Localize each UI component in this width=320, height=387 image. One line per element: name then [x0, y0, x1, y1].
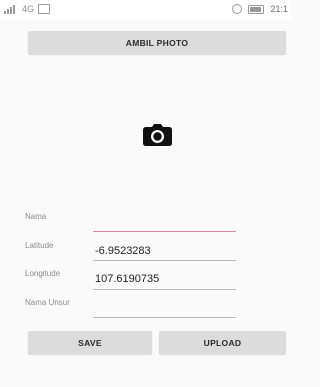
- longitude-label: Longitude: [25, 269, 61, 278]
- latitude-label: Latitude: [25, 241, 54, 250]
- camera-icon[interactable]: [143, 124, 172, 146]
- save-button[interactable]: SAVE: [28, 331, 152, 354]
- latitude-input[interactable]: -6.9523283: [95, 245, 151, 257]
- network-type: 4G: [22, 4, 35, 14]
- signal-icon: [4, 4, 18, 14]
- nama-unsur-label: Nama Unsur: [25, 298, 70, 307]
- status-bar: 4G 21:1: [0, 0, 291, 20]
- latitude-underline: [93, 260, 236, 261]
- nama-label: Nama: [25, 212, 47, 221]
- nama-underline: [93, 231, 236, 232]
- longitude-underline: [93, 289, 236, 290]
- status-time: 21:1: [270, 4, 288, 14]
- take-photo-button[interactable]: AMBIL PHOTO: [28, 31, 286, 54]
- status-right: 21:1: [232, 4, 288, 14]
- longitude-input[interactable]: 107.6190735: [95, 273, 159, 285]
- upload-button[interactable]: UPLOAD: [159, 331, 286, 354]
- nama-unsur-underline: [93, 317, 236, 318]
- status-left: 4G: [4, 4, 51, 14]
- battery-icon: [248, 4, 265, 14]
- alarm-icon: [232, 4, 243, 14]
- message-icon: [38, 4, 51, 14]
